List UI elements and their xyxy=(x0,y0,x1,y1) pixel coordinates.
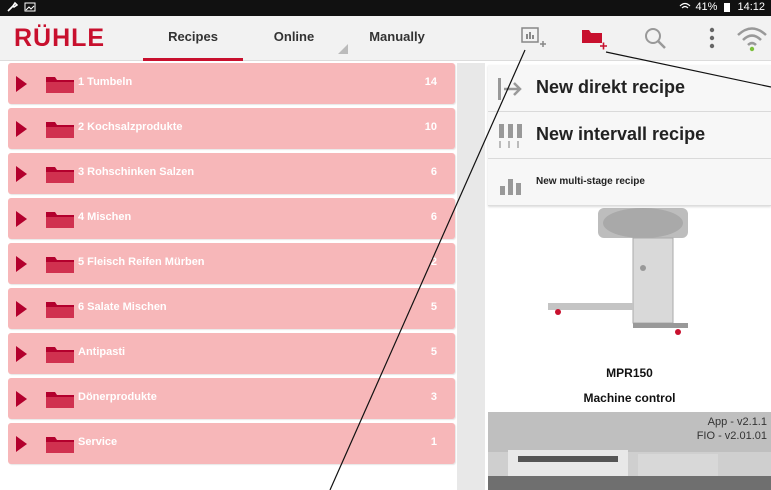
battery-icon xyxy=(724,3,731,12)
app-version: App - v2.1.1 xyxy=(707,416,767,428)
menu-label-multistage: New multi-stage recipe xyxy=(536,176,645,187)
recipe-folder-list: 1 Tumbeln 14 2 Kochsalzprodukte 10 3 Rohschi… xyxy=(8,63,455,468)
machine-image xyxy=(548,208,688,335)
folder-icon xyxy=(46,437,74,453)
expand-arrow-icon[interactable] xyxy=(16,391,27,407)
folder-row[interactable]: 6 Salate Mischen 5 xyxy=(8,288,455,329)
direct-recipe-icon xyxy=(498,78,522,100)
folder-name: 2 Kochsalzprodukte xyxy=(78,121,183,133)
folder-row[interactable]: 3 Rohschinken Salzen 6 xyxy=(8,153,455,194)
folder-icon xyxy=(46,257,74,273)
svg-text:RÜHLE: RÜHLE xyxy=(14,23,105,52)
folder-row[interactable]: 5 Fleisch Reifen Mürben 2 xyxy=(8,243,455,284)
folder-icon xyxy=(46,167,74,183)
tab-online[interactable]: Online xyxy=(244,16,344,58)
multistage-recipe-icon xyxy=(500,179,521,195)
app-bar: RÜHLE Recipes Online Manually xyxy=(0,16,771,61)
tab-recipes[interactable]: Recipes xyxy=(143,16,243,61)
machine-control-label: Machine control xyxy=(583,391,676,405)
detail-panel: MPR150 Machine control App - v2.1.1 FIO … xyxy=(488,63,771,490)
expand-arrow-icon[interactable] xyxy=(16,436,27,452)
machine-model: MPR150 xyxy=(606,366,653,380)
add-folder-icon[interactable] xyxy=(580,24,610,52)
expand-arrow-icon[interactable] xyxy=(16,121,27,137)
menu-label-interval: New intervall recipe xyxy=(536,124,706,144)
folder-count: 5 xyxy=(430,301,437,313)
wifi-status-icon xyxy=(680,2,691,9)
folder-count: 2 xyxy=(430,256,437,268)
folder-icon xyxy=(46,302,74,318)
folder-row[interactable]: Antipasti 5 xyxy=(8,333,455,374)
expand-arrow-icon[interactable] xyxy=(16,256,27,272)
expand-arrow-icon[interactable] xyxy=(16,211,27,227)
folder-name: Dönerprodukte xyxy=(78,391,157,403)
folder-name: 5 Fleisch Reifen Mürben xyxy=(78,256,205,268)
interval-recipe-icon xyxy=(499,124,522,148)
folder-row[interactable]: 2 Kochsalzprodukte 10 xyxy=(8,108,455,149)
status-bar: 41% 14:12 xyxy=(0,0,771,16)
fio-version: FIO - v2.01.01 xyxy=(696,430,767,442)
ruehle-logo: RÜHLE xyxy=(14,23,105,52)
folder-count: 6 xyxy=(430,211,437,223)
folder-row[interactable]: Dönerprodukte 3 xyxy=(8,378,455,419)
list-scroll-track[interactable] xyxy=(457,63,485,490)
folder-name: 6 Salate Mischen xyxy=(78,301,167,313)
folder-icon xyxy=(46,212,74,228)
add-recipe-icon[interactable] xyxy=(519,24,549,52)
folder-name: 1 Tumbeln xyxy=(78,76,133,88)
folder-icon xyxy=(46,122,74,138)
wifi-icon[interactable] xyxy=(735,24,769,52)
menu-label-direct: New direkt recipe xyxy=(536,77,686,97)
folder-count: 3 xyxy=(430,391,437,403)
folder-icon xyxy=(46,77,74,93)
image-icon xyxy=(24,2,36,12)
folder-name: Service xyxy=(78,436,118,448)
expand-arrow-icon[interactable] xyxy=(16,76,27,92)
menu-item-new-multistage-recipe[interactable]: New multi-stage recipe xyxy=(488,159,771,206)
folder-row[interactable]: 1 Tumbeln 14 xyxy=(8,63,455,104)
battery-percent: 41% xyxy=(695,1,718,13)
folder-name: 4 Mischen xyxy=(78,211,132,223)
search-icon[interactable] xyxy=(641,24,671,52)
more-icon[interactable] xyxy=(697,24,727,52)
folder-count: 1 xyxy=(430,436,437,448)
wrench-icon xyxy=(7,1,18,12)
folder-row[interactable]: 4 Mischen 6 xyxy=(8,198,455,239)
expand-arrow-icon[interactable] xyxy=(16,301,27,317)
factory-photo: App - v2.1.1 FIO - v2.01.01 xyxy=(488,412,771,490)
menu-item-new-interval-recipe[interactable]: New intervall recipe xyxy=(488,112,771,159)
folder-row[interactable]: Service 1 xyxy=(8,423,455,464)
folder-icon xyxy=(46,347,74,363)
folder-count: 10 xyxy=(424,121,437,133)
folder-count: 14 xyxy=(424,76,437,88)
expand-arrow-icon[interactable] xyxy=(16,346,27,362)
folder-name: 3 Rohschinken Salzen xyxy=(78,166,195,178)
folder-count: 6 xyxy=(430,166,437,178)
expand-arrow-icon[interactable] xyxy=(16,166,27,182)
tab-manually[interactable]: Manually xyxy=(347,16,447,58)
menu-item-new-direct-recipe[interactable]: New direkt recipe xyxy=(488,65,771,112)
clock: 14:12 xyxy=(737,1,765,13)
new-recipe-menu: New direkt recipe New intervall recipe N… xyxy=(488,65,771,206)
folder-icon xyxy=(46,392,74,408)
folder-count: 5 xyxy=(430,346,437,358)
folder-name: Antipasti xyxy=(78,346,126,358)
